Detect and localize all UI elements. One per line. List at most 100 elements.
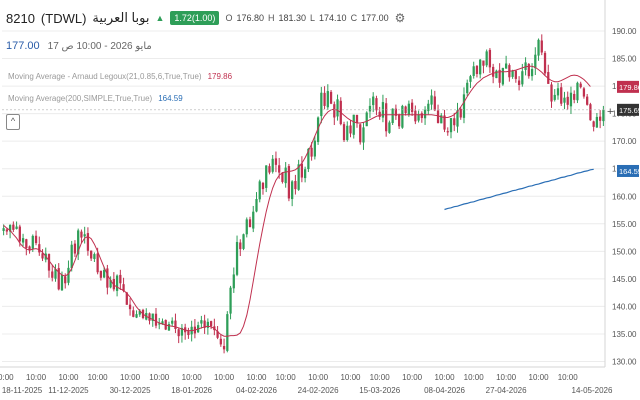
candle-body [25, 239, 28, 249]
candle-body [333, 104, 336, 118]
candle-body [135, 314, 138, 318]
x-tick-date: 15-03-2026 [359, 386, 400, 395]
candle-body [569, 92, 573, 107]
indicator-sma-legend[interactable]: Moving Average(200,SIMPLE,True,True) 164… [8, 94, 183, 103]
candle-body [174, 320, 177, 329]
candle-body [303, 169, 307, 179]
candle-body [96, 253, 99, 273]
candle-body [398, 114, 401, 127]
candle-body [86, 233, 90, 251]
candle-body [586, 96, 589, 105]
candle-body [252, 211, 255, 229]
candle-body [410, 102, 414, 112]
candle-body [67, 267, 70, 283]
y-tick-label: 130.00 [612, 357, 637, 366]
candle-body [543, 52, 547, 74]
candle-body [70, 244, 73, 269]
candle-body [446, 131, 449, 133]
candle-body [466, 82, 469, 94]
collapse-legend-button[interactable]: ^ [6, 114, 20, 130]
candle-body [2, 228, 5, 231]
candle-body [342, 124, 346, 141]
ticker-label: (TDWL) [40, 10, 87, 26]
y-tick-label: 135.00 [612, 330, 637, 339]
indicator-sma-label: Moving Average(200,SIMPLE,True,True) [8, 94, 153, 103]
candle-body [349, 125, 352, 134]
x-tick-time: 10:00 [402, 373, 423, 382]
high-value: 181.30 [278, 13, 307, 23]
candle-body [177, 329, 180, 337]
candle-body [239, 242, 242, 250]
candle-body [566, 96, 569, 105]
candle-body [540, 40, 543, 53]
candle-body [430, 95, 433, 105]
candle-body [530, 69, 534, 77]
candle-body [365, 112, 368, 127]
ohlc-values: O 176.80 H 181.30 L 174.10 C 177.00 [225, 13, 388, 23]
candle-body [115, 275, 119, 291]
candle-body [453, 118, 456, 126]
candle-body [80, 231, 83, 238]
candle-body [284, 167, 287, 184]
candle-body [291, 181, 294, 200]
x-tick-time: 10:00 [370, 373, 391, 382]
candle-body [537, 39, 540, 56]
candle-body [595, 116, 599, 128]
candle-body [475, 65, 479, 74]
x-tick-time: 10:00 [214, 373, 235, 382]
y-tick-label: 140.00 [612, 302, 637, 311]
candle-body [323, 92, 326, 106]
sma-line [444, 168, 594, 211]
y-tick-label: 150.00 [612, 247, 637, 256]
candle-body [171, 320, 174, 324]
candle-body [459, 108, 462, 118]
indicator-alma-value: 179.86 [207, 72, 233, 81]
candle-body [472, 66, 475, 76]
candle-body [128, 304, 132, 310]
indicator-alma-label: Moving Average - Arnaud Legoux(21,0.85,6… [8, 72, 202, 81]
x-tick-date: 11-12-2025 [48, 386, 89, 395]
indicator-alma-legend[interactable]: Moving Average - Arnaud Legoux(21,0.85,6… [8, 72, 232, 81]
candle-body [51, 271, 54, 278]
y-tick-label: 190.00 [612, 27, 637, 36]
candle-body [99, 270, 103, 278]
x-tick-time: 10:00 [246, 373, 267, 382]
candle-body [556, 88, 560, 96]
candle-body [229, 287, 232, 314]
candle-body [154, 313, 158, 326]
symbol-code: 8210 [6, 10, 35, 26]
y-tick-label: 155.00 [612, 220, 637, 229]
candle-body [261, 182, 265, 190]
candle-body [449, 118, 453, 133]
candle-body [248, 219, 252, 228]
candle-body [602, 109, 605, 122]
candle-body [209, 321, 213, 327]
open-value: 176.80 [236, 13, 264, 23]
candle-body [119, 274, 122, 284]
plus-icon[interactable]: + [607, 106, 613, 118]
candle-body [132, 310, 135, 317]
price-chart[interactable]: 130.00 135.00 140.00 145.00 150.00 155.00 160.… [0, 0, 640, 400]
gear-icon[interactable]: ⚙ [395, 11, 406, 25]
x-tick-date: 27-04-2026 [486, 386, 527, 395]
candle-body [385, 103, 388, 132]
candle-body [255, 199, 258, 212]
candle-body [106, 268, 109, 288]
x-tick-time: 10:00 [558, 373, 579, 382]
candle-body [560, 87, 563, 104]
x-tick-date: 08-04-2026 [424, 386, 465, 395]
candle-body [592, 121, 595, 127]
candle-body [599, 116, 602, 121]
candle-body [352, 114, 355, 135]
candle-body [320, 92, 323, 117]
candle-body [534, 54, 537, 69]
price-tag-label: 179.86 [619, 83, 640, 92]
candle-body [388, 122, 391, 133]
high-label: H [267, 13, 275, 23]
candle-body [232, 274, 235, 289]
candle-body [274, 158, 278, 165]
x-tick-time: 10:00 [529, 373, 550, 382]
date-time: مايو 2026 - 10:00 ص 17 [47, 40, 152, 52]
candle-body [83, 234, 86, 237]
candle-body [242, 234, 245, 249]
